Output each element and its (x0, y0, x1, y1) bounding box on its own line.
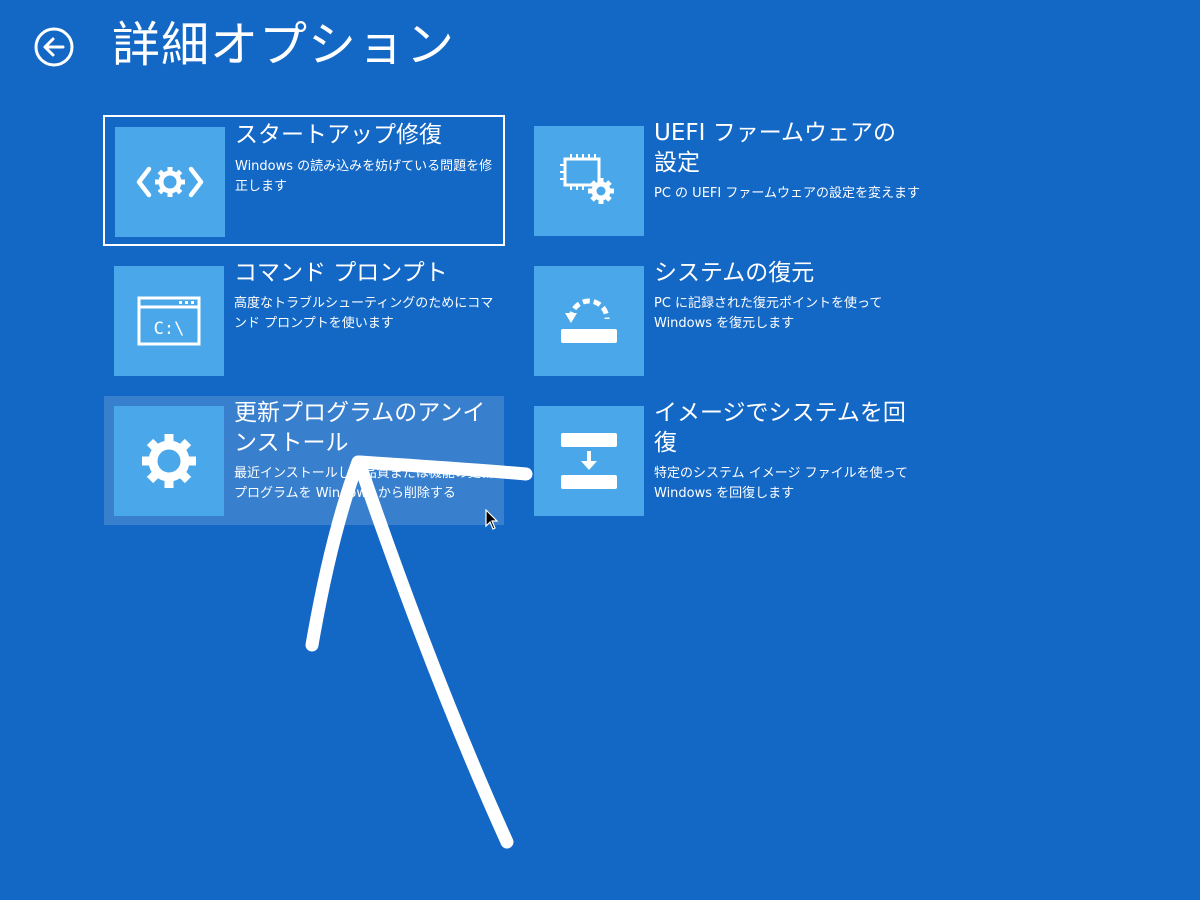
tile-title: UEFI ファームウェアの設定 (654, 120, 897, 176)
system-restore-tile[interactable]: システムの復元 PC に記録された復元ポイントを使って Windows を復元し… (524, 256, 920, 380)
tile-description: Windows の読み込みを妨げている問題を修正します (235, 159, 493, 194)
firmware-settings-icon (560, 154, 614, 204)
gear-icon (142, 434, 196, 488)
mouse-cursor-icon (485, 509, 499, 530)
tile-title: イメージでシステムを回復 (654, 400, 906, 456)
system-image-recovery-icon-box (534, 406, 644, 516)
advanced-options-screen: 詳細オプション スタートアップ修復 Windows の読み込みを妨げている問題を… (0, 0, 1200, 900)
uefi-firmware-tile[interactable]: UEFI ファームウェアの設定 PC の UEFI ファームウェアの設定を変えま… (524, 116, 920, 240)
firmware-settings-icon-box (534, 126, 644, 236)
uninstall-updates-tile[interactable]: 更新プログラムのアンインストール 最近インストールした品質または機能の更新プログ… (104, 396, 504, 525)
arrow-left-circle-icon (34, 27, 74, 67)
gear-icon-box (114, 406, 224, 516)
tile-description: 高度なトラブルシューティングのためにコマンド プロンプトを使います (234, 296, 494, 331)
startup-repair-icon-box (115, 127, 225, 237)
back-button[interactable] (33, 26, 75, 68)
command-prompt-tile[interactable]: C:\ コマンド プロンプト 高度なトラブルシューティングのためにコマンド プロ… (104, 256, 500, 380)
command-prompt-icon-box: C:\ (114, 266, 224, 376)
tile-description: 特定のシステム イメージ ファイルを使って Windows を回復します (654, 466, 908, 501)
system-image-recovery-tile[interactable]: イメージでシステムを回復 特定のシステム イメージ ファイルを使って Windo… (524, 396, 920, 520)
tile-description: PC の UEFI ファームウェアの設定を変えます (654, 186, 920, 201)
startup-repair-icon (136, 166, 204, 198)
tile-title: システムの復元 (654, 260, 815, 286)
command-prompt-icon-text: C:\ (154, 319, 185, 339)
page-title: 詳細オプション (112, 17, 456, 73)
tile-title: スタートアップ修復 (235, 122, 442, 148)
tile-description: PC に記録された復元ポイントを使って Windows を復元します (654, 296, 883, 331)
system-image-recovery-icon (561, 433, 617, 489)
tile-description: 最近インストールした品質または機能の更新プログラムを Windows から削除す… (234, 466, 494, 501)
startup-repair-tile[interactable]: スタートアップ修復 Windows の読み込みを妨げている問題を修正します (103, 115, 505, 246)
system-restore-icon (561, 298, 617, 343)
command-prompt-icon: C:\ (137, 296, 201, 346)
tile-title: コマンド プロンプト (234, 260, 448, 286)
tile-title: 更新プログラムのアンインストール (234, 400, 486, 456)
system-restore-icon-box (534, 266, 644, 376)
